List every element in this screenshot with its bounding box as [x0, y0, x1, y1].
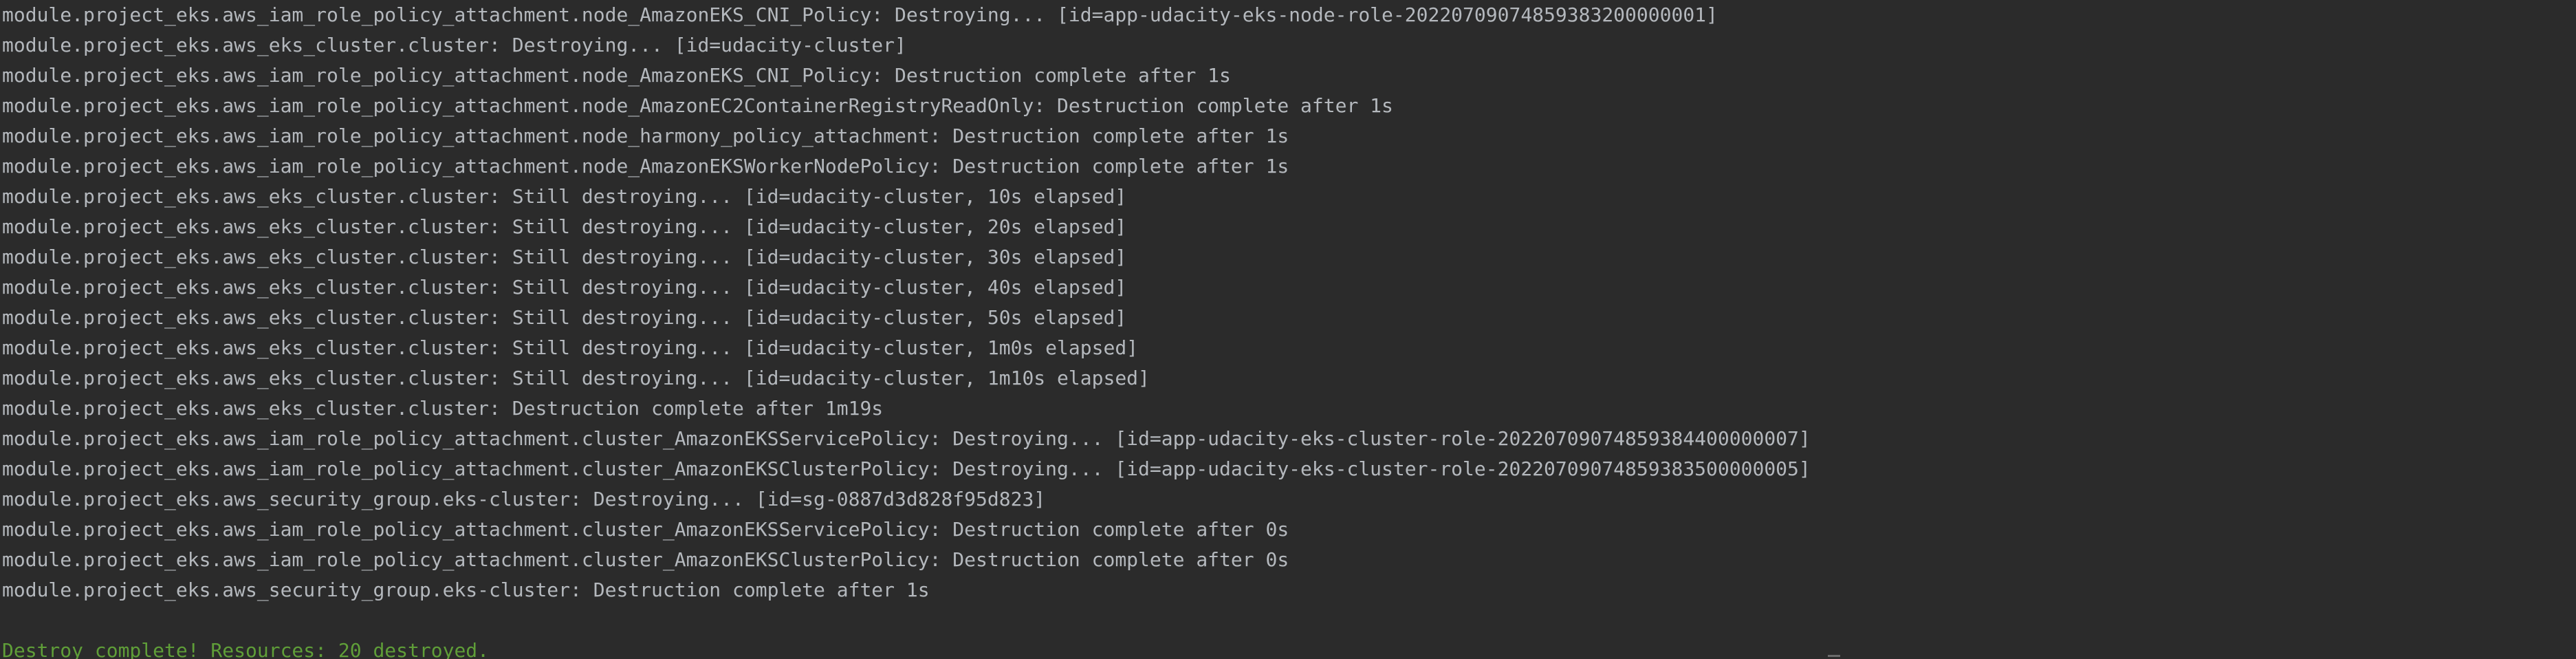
log-line: module.project_eks.aws_iam_role_policy_a… — [2, 457, 1811, 480]
log-line: module.project_eks.aws_iam_role_policy_a… — [2, 94, 1393, 117]
log-line: module.project_eks.aws_iam_role_policy_a… — [2, 125, 1289, 147]
log-line: module.project_eks.aws_security_group.ek… — [2, 488, 1046, 510]
log-line: module.project_eks.aws_eks_cluster.clust… — [2, 306, 1127, 329]
log-line: module.project_eks.aws_eks_cluster.clust… — [2, 276, 1127, 299]
log-line: module.project_eks.aws_security_group.ek… — [2, 579, 930, 601]
terminal-output[interactable]: module.project_eks.aws_iam_role_policy_a… — [0, 0, 2576, 659]
log-line: module.project_eks.aws_eks_cluster.clust… — [2, 246, 1127, 268]
log-line: module.project_eks.aws_eks_cluster.clust… — [2, 367, 1150, 389]
log-line: module.project_eks.aws_iam_role_policy_a… — [2, 518, 1289, 541]
log-line: module.project_eks.aws_eks_cluster.clust… — [2, 215, 1127, 238]
log-line: module.project_eks.aws_iam_role_policy_a… — [2, 64, 1231, 87]
log-line: module.project_eks.aws_iam_role_policy_a… — [2, 427, 1811, 450]
destroy-summary: Destroy complete! Resources: 20 destroye… — [2, 639, 490, 659]
log-line: module.project_eks.aws_iam_role_policy_a… — [2, 548, 1289, 571]
log-line: module.project_eks.aws_eks_cluster.clust… — [2, 336, 1139, 359]
log-line: module.project_eks.aws_iam_role_policy_a… — [2, 3, 1718, 26]
text-cursor — [1828, 655, 1840, 657]
log-line: module.project_eks.aws_eks_cluster.clust… — [2, 34, 906, 56]
log-line: module.project_eks.aws_iam_role_policy_a… — [2, 155, 1289, 177]
log-line: module.project_eks.aws_eks_cluster.clust… — [2, 397, 884, 420]
log-line: module.project_eks.aws_eks_cluster.clust… — [2, 185, 1127, 208]
